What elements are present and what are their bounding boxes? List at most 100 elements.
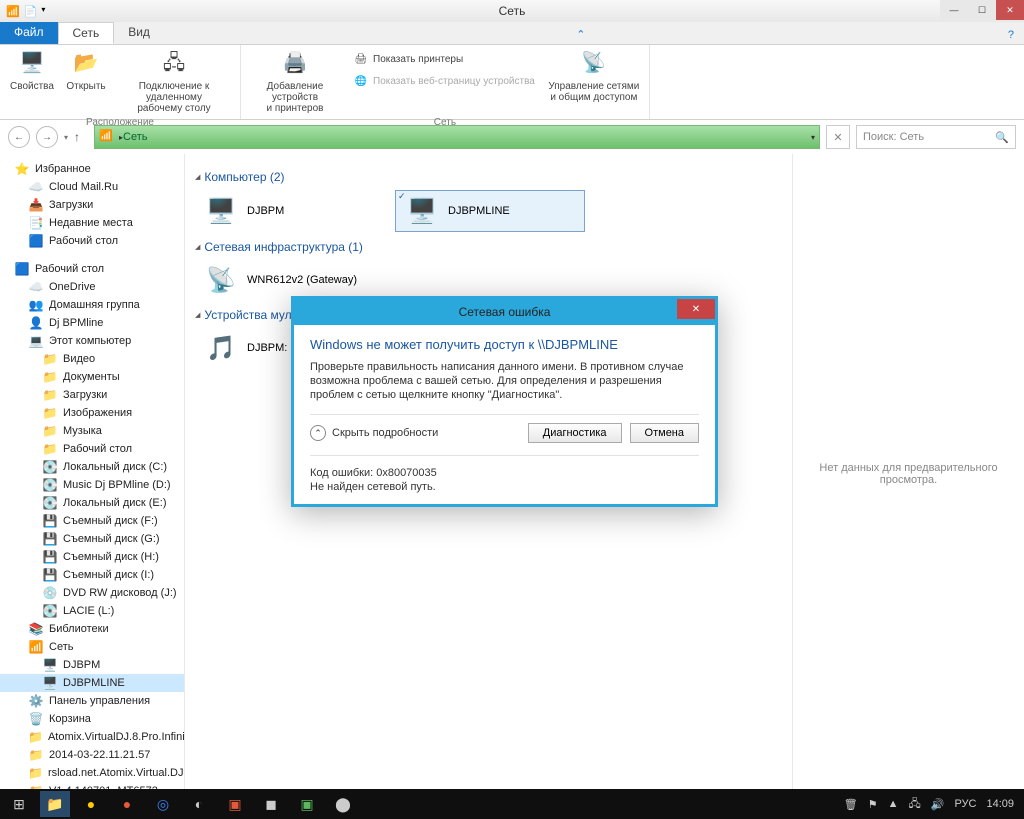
dialog-close-button[interactable]: ✕ — [677, 299, 715, 319]
system-tray[interactable]: 🗑 ⚑ ▲ 🖧 🔊 РУС 14:09 — [844, 795, 1020, 814]
sidebar-item[interactable]: 💿DVD RW дисковод (J:) — [0, 584, 184, 602]
sidebar-item[interactable]: 🗑️Корзина — [0, 710, 184, 728]
tray-icon[interactable]: 🗑 — [844, 798, 858, 811]
tray-volume-icon[interactable]: 🔊 — [931, 798, 945, 811]
sidebar-item[interactable]: 🖥️DJBPM — [0, 656, 184, 674]
sidebar-item[interactable]: 📑Недавние места — [0, 214, 184, 232]
sidebar-item-network[interactable]: 📶Сеть — [0, 638, 184, 656]
breadcrumb[interactable]: 📶 ▸ Сеть ▾ — [94, 125, 820, 149]
sidebar-item-selected[interactable]: 🖥️DJBPMLINE — [0, 674, 184, 692]
search-icon: 🔍 — [995, 131, 1009, 144]
taskbar-app-icon[interactable]: ◎ — [148, 791, 178, 817]
dialog-title: Сетевая ошибка — [459, 305, 551, 319]
sidebar-item[interactable]: 📁Документы — [0, 368, 184, 386]
tray-network-icon[interactable]: 🖧 — [908, 795, 920, 814]
remote-desktop-button[interactable]: 🖧Подключение к удаленному рабочему столу — [114, 45, 234, 116]
properties-button[interactable]: 🖥️Свойства — [6, 45, 58, 116]
group-header-infra[interactable]: Сетевая инфраструктура (1) — [195, 240, 782, 254]
media-icon: 🎵 — [203, 332, 239, 364]
help-icon[interactable]: ? — [998, 26, 1024, 44]
sidebar-item-libraries[interactable]: 📚Библиотеки — [0, 620, 184, 638]
taskbar-app-icon[interactable]: ● — [76, 791, 106, 817]
tray-icon[interactable]: ⚑ — [868, 798, 878, 811]
add-devices-button[interactable]: 🖨️Добавление устройств и принтеров — [247, 45, 343, 116]
open-button[interactable]: 📂Открыть — [60, 45, 112, 116]
sidebar-item[interactable]: 💾Съемный диск (H:) — [0, 548, 184, 566]
group-header-computers[interactable]: Компьютер (2) — [195, 170, 782, 184]
breadcrumb-segment[interactable]: Сеть — [123, 131, 147, 143]
sidebar-item[interactable]: 📁Видео — [0, 350, 184, 368]
qat-icon[interactable]: 📄 — [24, 5, 38, 18]
details-toggle[interactable]: ⌃Скрыть подробности — [310, 425, 438, 441]
minimize-button[interactable]: — — [940, 0, 968, 20]
start-button[interactable]: ⊞ — [4, 791, 34, 817]
sidebar-item[interactable]: 💽Локальный диск (E:) — [0, 494, 184, 512]
computer-icon: 🖥️ — [203, 195, 239, 227]
computer-icon: 🖥️ — [404, 195, 440, 227]
tab-file[interactable]: Файл — [0, 22, 58, 44]
sidebar-item[interactable]: 📁Рабочий стол — [0, 440, 184, 458]
folder-icon: 📁 — [42, 387, 58, 403]
cancel-button[interactable]: Отмена — [630, 423, 699, 443]
network-icon: 📶 — [99, 129, 115, 145]
taskbar-app-icon[interactable]: ⬤ — [328, 791, 358, 817]
taskbar-app-icon[interactable]: ● — [112, 791, 142, 817]
user-icon: 👤 — [28, 315, 44, 331]
sidebar-item[interactable]: 📁Загрузки — [0, 386, 184, 404]
window-title: Сеть — [0, 4, 1024, 18]
favorites-header[interactable]: ⭐Избранное — [0, 160, 184, 178]
sidebar-item[interactable]: 💾Съемный диск (I:) — [0, 566, 184, 584]
refresh-button[interactable]: ✕ — [826, 125, 850, 149]
up-button[interactable]: ↑ — [74, 130, 88, 144]
taskbar-explorer-icon[interactable]: 📁 — [40, 791, 70, 817]
sidebar-item[interactable]: 🟦Рабочий стол — [0, 232, 184, 250]
sidebar-item[interactable]: 💽LACIE (L:) — [0, 602, 184, 620]
computer-tile[interactable]: 🖥️DJBPM — [195, 190, 385, 232]
desktop-header[interactable]: 🟦Рабочий стол — [0, 260, 184, 278]
sidebar-item[interactable]: 📁Изображения — [0, 404, 184, 422]
qat-dropdown-icon[interactable]: ▾ — [41, 5, 45, 18]
sidebar-item[interactable]: 📁Музыка — [0, 422, 184, 440]
tray-lang[interactable]: РУС — [954, 798, 976, 810]
recent-dropdown-icon[interactable]: ▾ — [64, 133, 68, 142]
tray-icon[interactable]: ▲ — [888, 798, 899, 810]
sidebar-item-thispc[interactable]: 💻Этот компьютер — [0, 332, 184, 350]
sidebar-item[interactable]: 💾Съемный диск (F:) — [0, 512, 184, 530]
dialog-titlebar[interactable]: Сетевая ошибка ✕ — [294, 299, 715, 325]
recent-icon: 📑 — [28, 215, 44, 231]
sidebar-item[interactable]: 💽Music Dj BPMline (D:) — [0, 476, 184, 494]
back-button[interactable]: ← — [8, 126, 30, 148]
sidebar-item[interactable]: 📁2014-03-22.11.21.57 — [0, 746, 184, 764]
tray-clock[interactable]: 14:09 — [986, 798, 1014, 810]
sidebar-item[interactable]: 👥Домашняя группа — [0, 296, 184, 314]
collapse-ribbon-icon[interactable]: ⌃ — [566, 25, 595, 44]
network-center-button[interactable]: 📡Управление сетями и общим доступом — [545, 45, 643, 116]
diagnose-button[interactable]: Диагностика — [528, 423, 622, 443]
taskbar-app-icon[interactable]: ◼ — [256, 791, 286, 817]
tab-network[interactable]: Сеть — [58, 22, 115, 44]
sidebar-item[interactable]: ⚙️Панель управления — [0, 692, 184, 710]
sidebar-item[interactable]: 📁Atomix.VirtualDJ.8.Pro.Infinity.v — [0, 728, 184, 746]
sidebar-item[interactable]: 👤Dj BPMline — [0, 314, 184, 332]
qat-icon[interactable]: 📶 — [6, 5, 20, 18]
show-printers-button[interactable]: 🖨Показать принтеры — [349, 49, 539, 69]
search-input[interactable]: Поиск: Сеть 🔍 — [856, 125, 1016, 149]
taskbar-app-icon[interactable]: ▣ — [292, 791, 322, 817]
taskbar-app-icon[interactable]: ◐ — [184, 791, 214, 817]
taskbar-app-icon[interactable]: ▣ — [220, 791, 250, 817]
sidebar-item[interactable]: ☁️Cloud Mail.Ru — [0, 178, 184, 196]
sidebar-item[interactable]: 📥Загрузки — [0, 196, 184, 214]
sidebar-item[interactable]: 💽Локальный диск (C:) — [0, 458, 184, 476]
drive-icon: 💽 — [42, 477, 58, 493]
sidebar-item[interactable]: 📁rsload.net.Atomix.Virtual.DJ.Prc — [0, 764, 184, 782]
navigation-pane[interactable]: ⭐Избранное ☁️Cloud Mail.Ru 📥Загрузки 📑Не… — [0, 154, 185, 794]
computer-tile-selected[interactable]: 🖥️DJBPMLINE — [395, 190, 585, 232]
tab-view[interactable]: Вид — [114, 22, 164, 44]
gateway-tile[interactable]: 📡WNR612v2 (Gateway) — [195, 260, 385, 300]
quick-access-toolbar: 📶 📄 ▾ — [0, 5, 45, 18]
forward-button[interactable]: → — [36, 126, 58, 148]
sidebar-item[interactable]: 💾Съемный диск (G:) — [0, 530, 184, 548]
close-button[interactable]: ✕ — [996, 0, 1024, 20]
sidebar-item[interactable]: ☁️OneDrive — [0, 278, 184, 296]
maximize-button[interactable]: ☐ — [968, 0, 996, 20]
